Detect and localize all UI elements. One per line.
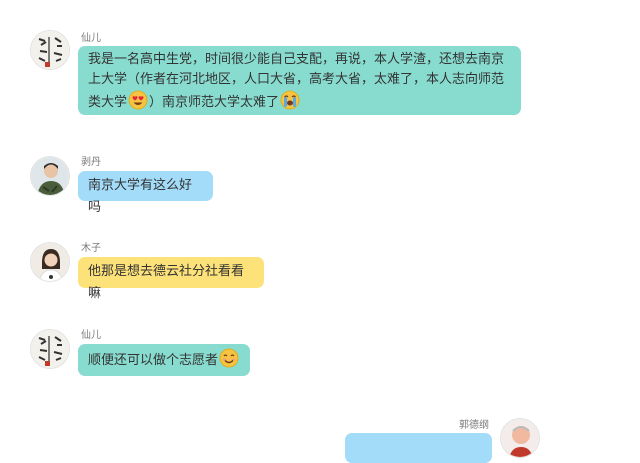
avatar[interactable]: [500, 418, 540, 458]
avatar[interactable]: [30, 30, 70, 70]
message-text: 顺便还可以做个志愿者: [88, 353, 219, 368]
username: 郭德纲: [459, 420, 489, 431]
avatar[interactable]: [30, 329, 70, 369]
message-text-line: 我是一名高中生党，时间很少能自己支配，再说，本人学渣，还想去南京: [88, 52, 505, 67]
message-text: ）南京师范大学太难了: [149, 95, 280, 110]
calligraphy-avatar-icon: [31, 330, 69, 368]
username: 仙儿: [81, 330, 101, 341]
avatar[interactable]: [30, 242, 70, 282]
person-avatar-icon: [31, 243, 69, 281]
smiling-face-icon: [219, 348, 239, 368]
calligraphy-avatar-icon: [31, 31, 69, 69]
message-text: 南京大学有这么好吗: [88, 178, 193, 215]
person-avatar-icon: [31, 157, 69, 195]
message-bubble[interactable]: 我是一名高中生党，时间很少能自己支配，再说，本人学渣，还想去南京 上大学（作者在…: [78, 46, 521, 115]
message-bubble[interactable]: 顺便还可以做个志愿者: [78, 344, 250, 376]
username: 剥丹: [81, 157, 101, 168]
message-text: 类大学: [88, 95, 128, 110]
message-text: 他那是想去德云社分社看看嘛: [88, 264, 245, 301]
username: 木子: [81, 243, 101, 254]
person-avatar-icon: [501, 419, 539, 457]
avatar[interactable]: [30, 156, 70, 196]
message-bubble[interactable]: 南京大学有这么好吗: [78, 171, 213, 215]
message-bubble[interactable]: 他那是想去德云社分社看看嘛: [78, 257, 264, 301]
username: 仙儿: [81, 33, 101, 44]
message-text-line: 上大学（作者在河北地区，人口大省，高考大省，太难了，本人志向师范: [88, 72, 505, 87]
crying-face-icon: [280, 90, 300, 110]
heart-eyes-face-icon: [128, 90, 148, 110]
message-text-line: 类大学 ）南京师范大学太难了: [88, 90, 511, 113]
